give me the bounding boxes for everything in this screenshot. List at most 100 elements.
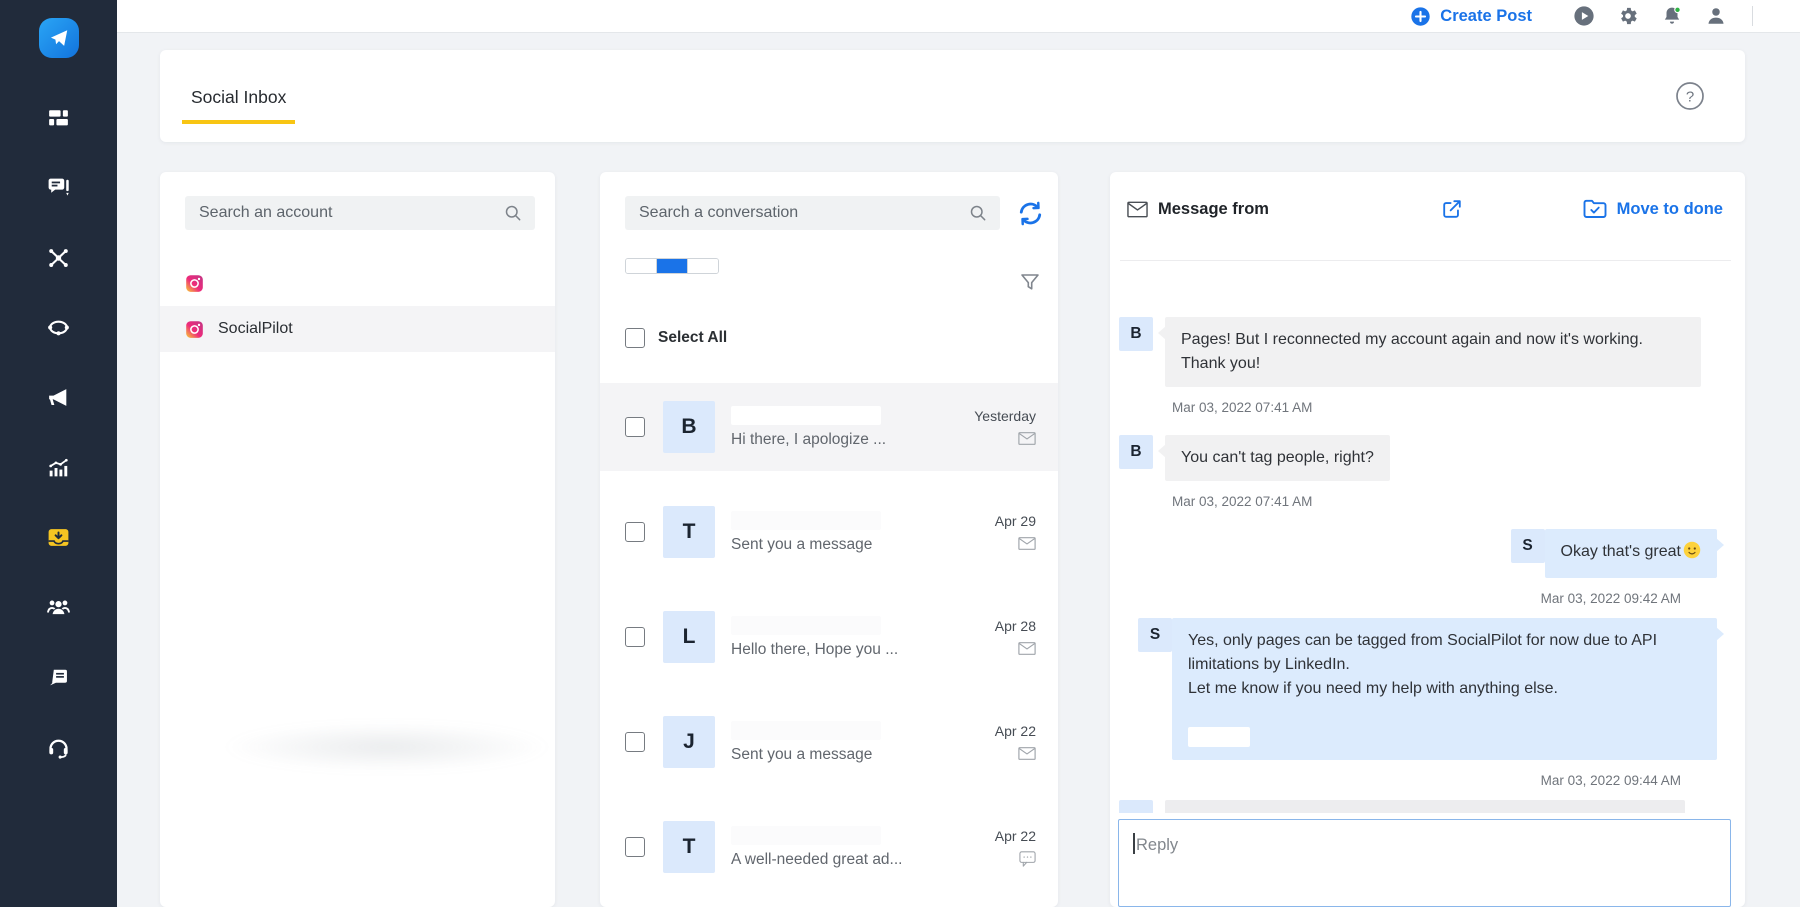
conversation-list: B Hi there, I apologize ... Yesterday: [600, 383, 1058, 891]
message-text: Yes, only pages can be tagged from Socia…: [1188, 632, 1657, 697]
sidebar-item-team[interactable]: [46, 594, 72, 620]
message: S Yes, only pages can be tagged from Soc…: [1119, 618, 1729, 788]
sidebar-item-discover[interactable]: [46, 314, 72, 340]
conversation-date: Apr 22: [995, 828, 1036, 844]
tab-social-inbox[interactable]: Social Inbox: [182, 77, 295, 124]
conversation-checkbox[interactable]: [625, 522, 645, 542]
svg-text:?: ?: [1686, 89, 1694, 106]
conversation-preview: Hi there, I apologize ...: [731, 431, 974, 449]
conversation-date: Apr 22: [995, 723, 1036, 739]
message-envelope-icon: [1018, 746, 1036, 761]
conversation-preview: Sent you a message: [731, 536, 995, 554]
conversation-row[interactable]: J Sent you a message Apr 22: [600, 698, 1058, 786]
message-envelope-icon: [1018, 431, 1036, 446]
message-timestamp: Mar 03, 2022 07:41 AM: [1172, 494, 1729, 509]
topbar: Create Post: [117, 0, 1800, 33]
message-envelope-icon: [1018, 641, 1036, 656]
search-icon: [968, 203, 988, 223]
content-area: Social Inbox ? Search an account: [117, 33, 1800, 907]
message-avatar: B: [1119, 435, 1153, 469]
sidebar-item-inbox-active[interactable]: [46, 524, 72, 550]
text-caret: [1133, 833, 1135, 854]
smiley-emoji-icon: [1683, 541, 1701, 567]
create-post-button[interactable]: Create Post: [1410, 6, 1532, 27]
filter-funnel-icon[interactable]: [1018, 270, 1042, 294]
account-search-placeholder: Search an account: [199, 204, 503, 222]
analytics-icon: [46, 455, 71, 480]
sidebar: [0, 0, 117, 907]
redacted-text-block: [1188, 727, 1250, 747]
sidebar-item-posts[interactable]: [46, 174, 72, 200]
conversation-checkbox[interactable]: [625, 732, 645, 752]
move-to-done-label: Move to done: [1617, 200, 1723, 219]
user-icon[interactable]: [1705, 5, 1727, 27]
partial-bubble: [1165, 800, 1685, 813]
discover-icon: [46, 315, 71, 340]
message-timestamp: Mar 03, 2022 09:44 AM: [1119, 773, 1681, 788]
select-all-checkbox[interactable]: [625, 328, 645, 348]
message-list: B Pages! But I reconnected my account ag…: [1118, 317, 1733, 800]
help-icon[interactable]: ?: [1675, 81, 1705, 111]
conversation-filter-tabs: [625, 258, 719, 274]
bell-icon[interactable]: [1661, 5, 1683, 27]
conversation-name-redacted: [731, 406, 881, 425]
sidebar-item-analytics[interactable]: [46, 454, 72, 480]
message-bubble: Pages! But I reconnected my account agai…: [1165, 317, 1701, 387]
sidebar-item-support[interactable]: [46, 734, 72, 760]
sidebar-item-content[interactable]: [46, 664, 72, 690]
posts-icon: [46, 175, 71, 200]
avatar: L: [663, 611, 715, 663]
conversation-date: Apr 28: [995, 618, 1036, 634]
gear-icon[interactable]: [1617, 5, 1639, 27]
message-timestamp: Mar 03, 2022 07:41 AM: [1172, 400, 1729, 415]
message-avatar: S: [1138, 618, 1172, 652]
conversation-row[interactable]: T Sent you a message Apr 29: [600, 488, 1058, 576]
filter-tab[interactable]: [688, 259, 718, 273]
headset-icon: [46, 735, 71, 760]
reply-input[interactable]: Reply: [1118, 819, 1731, 907]
message-bubble: Yes, only pages can be tagged from Socia…: [1172, 618, 1717, 760]
account-search-input[interactable]: Search an account: [185, 196, 535, 230]
sidebar-nav: [46, 104, 72, 760]
conversation-search-input[interactable]: Search a conversation: [625, 196, 1000, 230]
conversation-name-redacted: [731, 721, 881, 740]
conversation-checkbox[interactable]: [625, 627, 645, 647]
sidebar-item-dashboard[interactable]: [46, 104, 72, 130]
comment-bubble-icon: [1018, 851, 1036, 866]
sidebar-item-connect[interactable]: [46, 244, 72, 270]
reply-placeholder: Reply: [1136, 836, 1178, 854]
conversation-row[interactable]: B Hi there, I apologize ... Yesterday: [600, 383, 1058, 471]
play-circle-icon[interactable]: [1573, 5, 1595, 27]
folder-check-icon: [1583, 198, 1607, 220]
external-link-icon[interactable]: [1441, 198, 1463, 220]
refresh-icon[interactable]: [1017, 200, 1044, 227]
topbar-divider: [1752, 6, 1753, 26]
message-bubble: You can't tag people, right?: [1165, 435, 1390, 481]
page-header-card: Social Inbox ?: [160, 50, 1745, 142]
search-icon: [503, 203, 523, 223]
sidebar-item-promote[interactable]: [46, 384, 72, 410]
team-icon: [46, 595, 71, 620]
filter-tab[interactable]: [626, 259, 657, 273]
account-list: SocialPilot: [160, 260, 555, 352]
filter-tab[interactable]: [657, 259, 688, 273]
avatar: J: [663, 716, 715, 768]
conversation-checkbox[interactable]: [625, 837, 645, 857]
message: B You can't tag people, right? Mar 03, 2…: [1119, 435, 1729, 509]
message-avatar: S: [1511, 529, 1545, 563]
message-avatar: B: [1119, 317, 1153, 351]
partial-avatar: [1119, 800, 1153, 813]
conversation-checkbox[interactable]: [625, 417, 645, 437]
instagram-icon: [185, 274, 204, 293]
dashboard-icon: [46, 105, 71, 130]
conversation-row[interactable]: T A well-needed great ad... Apr 22: [600, 803, 1058, 891]
create-post-label: Create Post: [1440, 7, 1532, 26]
megaphone-icon: [46, 385, 71, 410]
move-to-done-button[interactable]: Move to done: [1583, 198, 1723, 220]
thread-divider: [1120, 260, 1731, 261]
conversation-row[interactable]: L Hello there, Hope you ... Apr 28: [600, 593, 1058, 681]
account-row[interactable]: SocialPilot: [160, 306, 555, 352]
account-row[interactable]: [160, 260, 555, 306]
conversation-preview: Sent you a message: [731, 746, 995, 764]
socialpilot-logo-icon[interactable]: [39, 18, 79, 58]
